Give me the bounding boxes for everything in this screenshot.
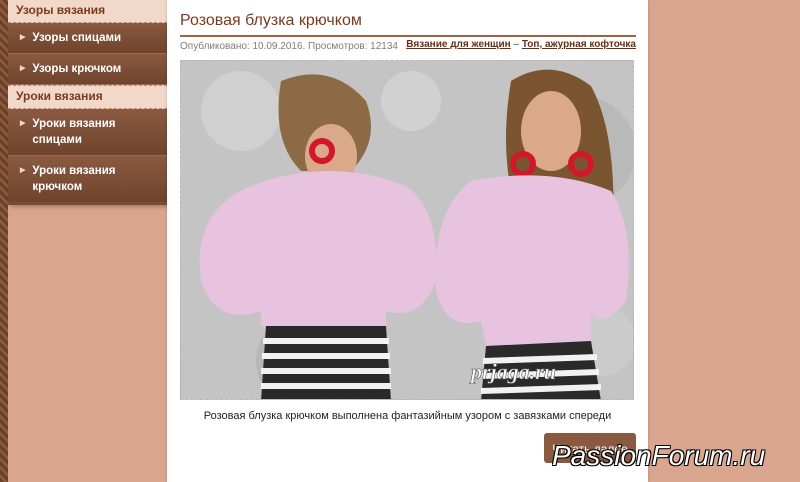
right-background — [648, 0, 800, 482]
sidebar: Узоры вязания ▶ Узоры спицами ▶ Узоры кр… — [8, 0, 167, 205]
tag-link-women[interactable]: Вязание для женщин — [406, 39, 510, 50]
photo-watermark: prjaga.ru — [469, 359, 556, 384]
sidebar-item-crochet-lessons[interactable]: ▶ Уроки вязания крючком — [8, 156, 167, 202]
site-watermark: PassionForum.ru — [552, 440, 766, 471]
sidebar-item-knitting-lessons[interactable]: ▶ Уроки вязания спицами — [8, 109, 167, 156]
sidebar-heading-patterns: Узоры вязания — [8, 0, 167, 23]
triangle-right-icon: ▶ — [20, 120, 26, 127]
article-meta: Опубликовано: 10.09.2016. Просмотров: 12… — [180, 41, 398, 52]
article-photo[interactable]: prjaga.ru — [180, 60, 634, 400]
page-title: Розовая блузка крючком — [180, 12, 362, 29]
triangle-right-icon: ▶ — [20, 34, 26, 41]
triangle-right-icon: ▶ — [20, 65, 26, 72]
title-divider — [180, 35, 636, 37]
sidebar-item-label: Узоры крючком — [32, 63, 122, 75]
left-decorative-stripe — [0, 0, 8, 482]
sidebar-item-label: Уроки вязания спицами — [32, 118, 116, 146]
sidebar-heading-lessons: Уроки вязания — [8, 85, 167, 109]
photo-caption: Розовая блузка крючком выполнена фантази… — [203, 410, 612, 422]
tag-link-openwork-top[interactable]: Топ, ажурная кофточка — [522, 39, 636, 50]
photo-illustration: prjaga.ru — [181, 61, 633, 399]
article-tags: Вязание для женщин – Топ, ажурная кофточ… — [406, 39, 636, 50]
sidebar-item-label: Узоры спицами — [32, 32, 122, 44]
sidebar-item-crochet-patterns[interactable]: ▶ Узоры крючком — [8, 54, 167, 85]
sidebar-item-label: Уроки вязания крючком — [32, 165, 116, 193]
triangle-right-icon: ▶ — [20, 167, 26, 174]
tag-separator: – — [510, 39, 522, 50]
sidebar-item-knitting-patterns[interactable]: ▶ Узоры спицами — [8, 23, 167, 54]
article: Розовая блузка крючком Опубликовано: 10.… — [167, 0, 648, 482]
